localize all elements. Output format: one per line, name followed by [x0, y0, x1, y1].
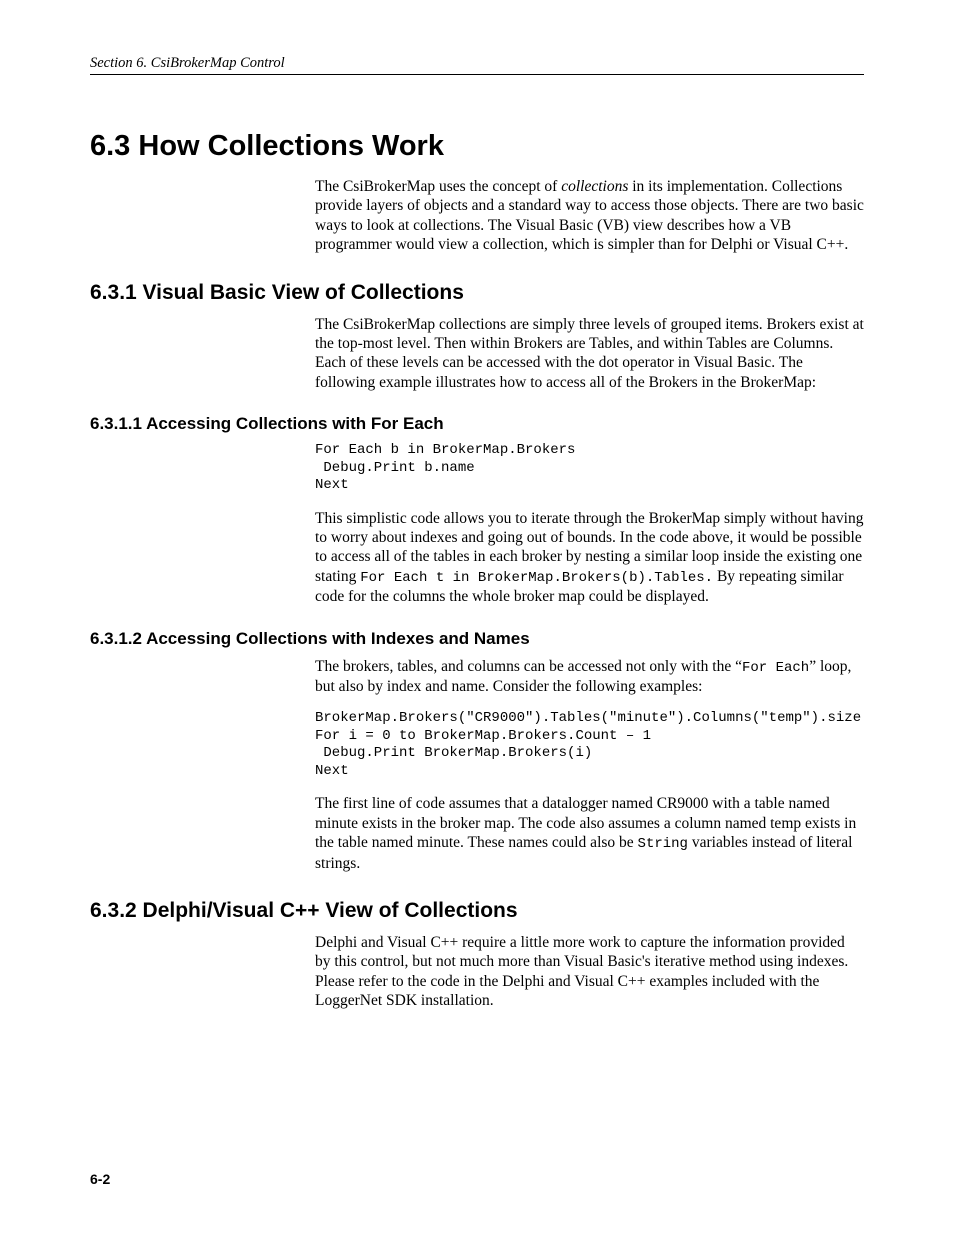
- heading-6-3-2: 6.3.2 Delphi/Visual C++ View of Collecti…: [90, 899, 864, 923]
- inline-code: For Each t in BrokerMap.Brokers(b).Table…: [360, 570, 713, 586]
- term-collections: collections: [561, 178, 628, 195]
- block-6-3-1-2: The brokers, tables, and columns can be …: [315, 657, 864, 874]
- code-foreach: For Each b in BrokerMap.Brokers Debug.Pr…: [315, 442, 864, 495]
- heading-6-3: 6.3 How Collections Work: [90, 130, 864, 163]
- para-intro: The CsiBrokerMap uses the concept of col…: [315, 177, 864, 255]
- page-number: 6-2: [90, 1171, 110, 1187]
- para-6-3-1: The CsiBrokerMap collections are simply …: [315, 315, 864, 393]
- para-6-3-2: Delphi and Visual C++ require a little m…: [315, 933, 864, 1011]
- block-6-3-1-1: For Each b in BrokerMap.Brokers Debug.Pr…: [315, 442, 864, 607]
- text: The brokers, tables, and columns can be …: [315, 658, 742, 675]
- running-header: Section 6. CsiBrokerMap Control: [90, 55, 864, 75]
- heading-6-3-1-1: 6.3.1.1 Accessing Collections with For E…: [90, 414, 864, 434]
- text: Delphi and Visual C++ require a little m…: [315, 933, 864, 1011]
- heading-6-3-1-2: 6.3.1.2 Accessing Collections with Index…: [90, 629, 864, 649]
- inline-code: String: [638, 836, 688, 852]
- heading-6-3-1: 6.3.1 Visual Basic View of Collections: [90, 281, 864, 305]
- page: Section 6. CsiBrokerMap Control 6.3 How …: [0, 0, 954, 1011]
- text: The CsiBrokerMap uses the concept of: [315, 178, 561, 195]
- code-index: BrokerMap.Brokers("CR9000").Tables("minu…: [315, 710, 864, 780]
- inline-code: For Each: [742, 660, 809, 676]
- text: The CsiBrokerMap collections are simply …: [315, 315, 864, 393]
